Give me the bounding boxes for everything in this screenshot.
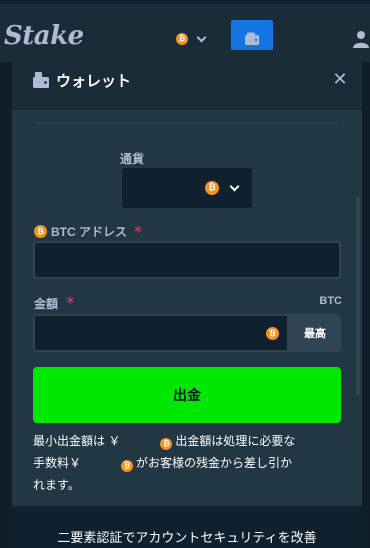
required-mark: * [66, 293, 75, 312]
wallet-icon [245, 32, 259, 45]
required-mark: * [134, 222, 142, 241]
address-label: ₿ BTC アドレス * [34, 222, 142, 241]
amount-label: 金額 * [34, 293, 74, 312]
modal-scrollbar[interactable] [356, 110, 360, 505]
wallet-icon [33, 72, 49, 88]
notice-text-1: 最小出金額は ￥ [33, 434, 121, 448]
tab-switcher-partial [34, 112, 340, 124]
withdraw-notice: 最小出金額は ￥ ₿ 出金額は処理に必要な 手数料￥ ₿ がお客様の残金から差し引か れ… [33, 430, 351, 496]
chevron-down-icon [229, 181, 240, 191]
modal-footer: 二要素認証でアカウントセキュリティを改善 [12, 507, 362, 548]
modal-title: ウォレット [56, 73, 132, 90]
notice-text-2: 出金額は処理に必要な [175, 434, 296, 448]
address-label-text: BTC アドレス [51, 225, 127, 239]
scrollbar-thumb[interactable] [356, 196, 360, 396]
notice-text-5: れます。 [33, 478, 80, 492]
amount-unit: BTC [319, 295, 342, 307]
btc-coin-icon: ₿ [205, 181, 219, 195]
currency-select[interactable]: ₿ [122, 168, 252, 208]
modal-header: ウォレット ✕ [12, 50, 362, 110]
btc-coin-icon: ₿ [160, 438, 173, 450]
two-factor-link[interactable]: 二要素認証でアカウントセキュリティを改善 [12, 527, 362, 546]
max-button[interactable]: 最高 [289, 314, 341, 352]
btc-coin-icon: ₿ [121, 460, 134, 472]
close-button[interactable]: ✕ [330, 70, 350, 90]
address-input[interactable] [33, 241, 341, 279]
withdraw-button[interactable]: 出金 [33, 367, 341, 423]
currency-label: 通貨 [120, 152, 145, 166]
wallet-modal: ウォレット ✕ 通貨 ₿ ₿ BTC アドレス * 金額 * BTC ₿ 最高 … [12, 50, 362, 548]
notice-text-4: がお客様の残金から差し引か [136, 456, 293, 470]
notice-text-3: 手数料￥ [33, 456, 82, 470]
amount-input[interactable]: ₿ [33, 314, 289, 352]
user-icon[interactable] [352, 30, 370, 48]
chevron-down-icon [196, 32, 207, 42]
btc-coin-icon: ₿ [266, 327, 279, 340]
amount-label-text: 金額 [34, 297, 59, 311]
btc-coin-icon: ₿ [34, 225, 47, 238]
currency-dropdown[interactable]: ₿ [176, 28, 220, 50]
stake-logo[interactable]: Stake [4, 21, 84, 51]
btc-coin-icon: ₿ [176, 33, 188, 45]
